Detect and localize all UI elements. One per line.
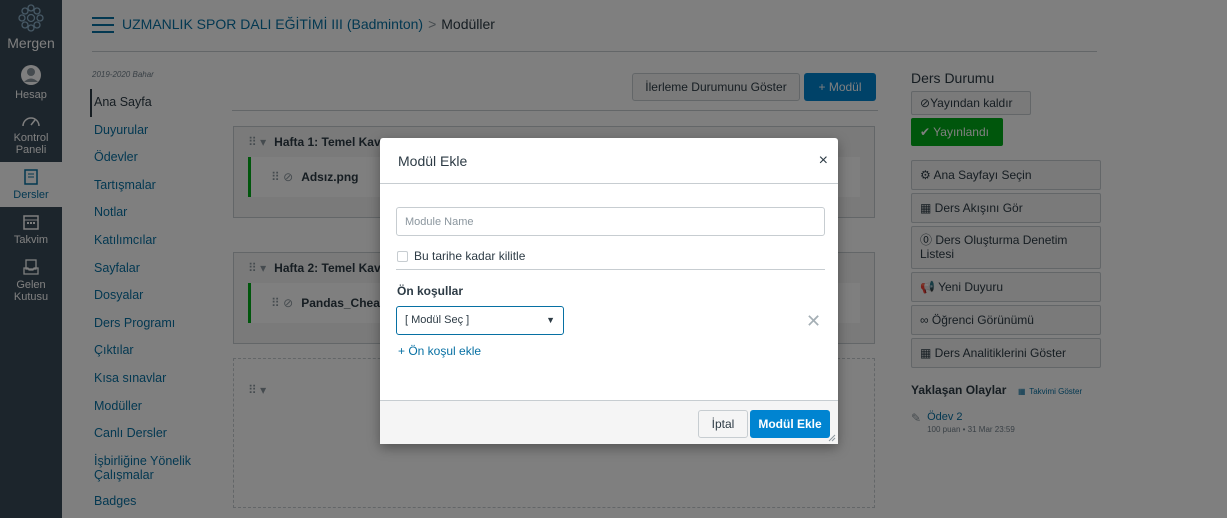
dialog-header: Modül Ekle × — [380, 138, 838, 184]
remove-prerequisite-icon[interactable]: ✕ — [806, 312, 821, 330]
prerequisite-select[interactable]: [ Modül Seç ] ▼ — [396, 306, 564, 335]
cancel-button[interactable]: İptal — [698, 410, 748, 438]
resize-handle-icon[interactable] — [828, 434, 836, 442]
submit-add-module-button[interactable]: Modül Ekle — [750, 410, 830, 438]
module-name-input[interactable] — [396, 207, 825, 236]
add-module-dialog: Modül Ekle × Bu tarihe kadar kilitle Ön … — [380, 138, 838, 444]
caret-down-icon: ▼ — [546, 315, 555, 325]
lock-label: Bu tarihe kadar kilitle — [414, 249, 526, 263]
lock-until-row[interactable]: Bu tarihe kadar kilitle — [397, 249, 525, 263]
dialog-title: Modül Ekle — [398, 153, 468, 169]
close-icon[interactable]: × — [819, 152, 828, 170]
add-prerequisite-link[interactable]: + Ön koşul ekle — [398, 344, 481, 358]
lock-checkbox[interactable] — [397, 250, 408, 262]
dialog-footer: İptal Modül Ekle — [380, 400, 838, 444]
prerequisites-title: Ön koşullar — [397, 284, 464, 298]
dialog-divider — [396, 269, 825, 270]
prerequisite-select-value: [ Modül Seç ] — [405, 314, 470, 326]
